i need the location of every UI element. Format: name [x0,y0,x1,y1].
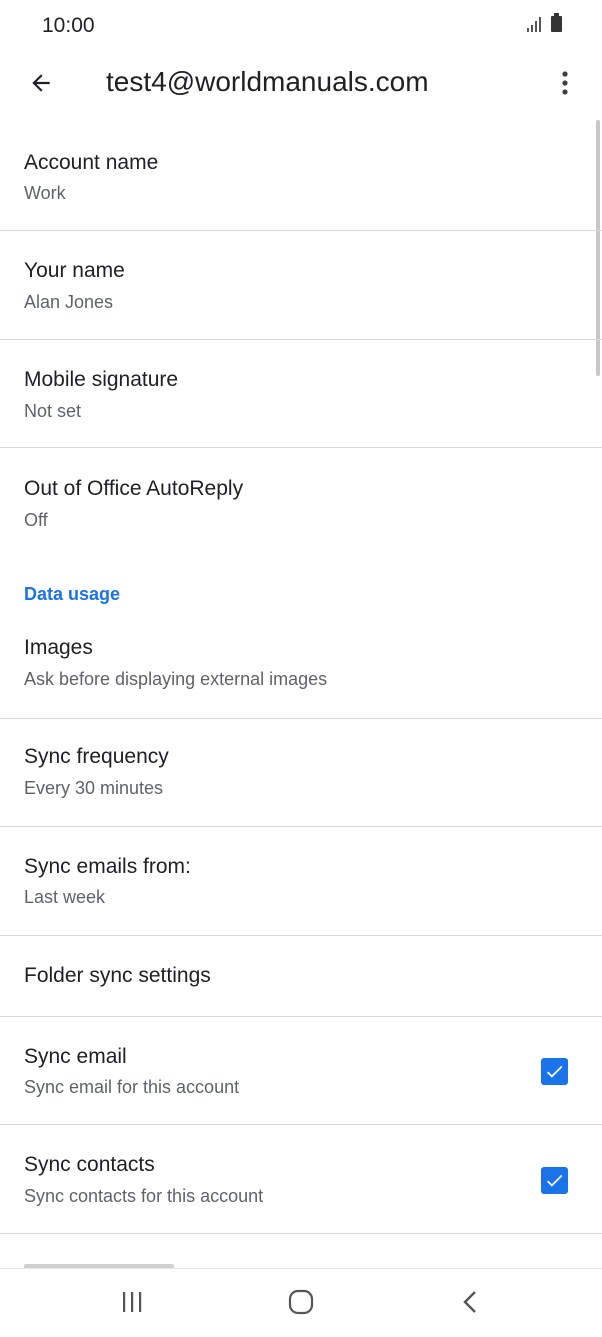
setting-next-partial[interactable] [0,1234,602,1268]
app-bar: test4@worldmanuals.com [0,52,602,114]
setting-title: Mobile signature [24,368,179,391]
setting-title: Sync contacts [24,1153,155,1176]
setting-value: Off [24,510,48,530]
setting-value: Ask before displaying external images [24,669,328,689]
home-button[interactable] [281,1285,321,1319]
setting-value: Work [24,183,66,203]
setting-folder-sync[interactable]: Folder sync settings [0,936,602,1017]
battery-icon [551,13,562,32]
status-time: 10:00 [42,14,95,37]
setting-title: Out of Office AutoReply [24,477,244,500]
setting-sync-emails-from[interactable]: Sync emails from: Last week [0,827,602,936]
recent-apps-icon [123,1292,142,1312]
setting-out-of-office[interactable]: Out of Office AutoReply Off [0,448,602,562]
check-icon [546,1174,563,1187]
settings-list[interactable]: Account name Work Your name Alan Jones M… [0,114,602,1268]
more-options-button[interactable] [544,62,586,104]
page-title: test4@worldmanuals.com [106,66,429,97]
sync-contacts-checkbox[interactable] [541,1167,568,1194]
more-vert-icon [562,71,568,95]
sync-email-checkbox[interactable] [541,1058,568,1085]
system-nav-bar [0,1268,602,1337]
setting-account-name[interactable]: Account name Work [0,114,602,231]
setting-value: Sync email for this account [24,1077,240,1097]
back-nav-button[interactable] [450,1285,490,1319]
check-icon [546,1065,563,1078]
setting-value: Sync contacts for this account [24,1186,264,1206]
setting-sync-contacts[interactable]: Sync contacts Sync contacts for this acc… [0,1125,602,1234]
arrow-back-icon [32,74,50,92]
setting-title: Images [24,636,93,659]
section-header-data-usage: Data usage [24,584,121,604]
setting-title: Your name [24,259,125,282]
setting-value: Last week [24,887,106,907]
setting-title: Folder sync settings [24,964,211,987]
status-bar: 10:00 [0,0,602,52]
recent-apps-button[interactable] [112,1285,152,1319]
back-button[interactable] [20,62,62,104]
signal-icon [527,16,541,32]
status-icons [527,13,562,32]
setting-images[interactable]: Images Ask before displaying external im… [0,610,602,719]
setting-mobile-signature[interactable]: Mobile signature Not set [0,340,602,448]
setting-value: Not set [24,401,82,421]
setting-sync-frequency[interactable]: Sync frequency Every 30 minutes [0,719,602,827]
setting-title: Account name [24,151,159,174]
setting-title: Sync emails from: [24,855,191,878]
home-icon [288,1289,314,1315]
setting-sync-email[interactable]: Sync email Sync email for this account [0,1017,602,1125]
setting-title: Sync email [24,1045,127,1068]
setting-your-name[interactable]: Your name Alan Jones [0,231,602,340]
setting-value: Every 30 minutes [24,778,164,798]
setting-value: Alan Jones [24,292,114,312]
back-nav-icon [463,1291,476,1313]
setting-title: Sync frequency [24,745,169,768]
